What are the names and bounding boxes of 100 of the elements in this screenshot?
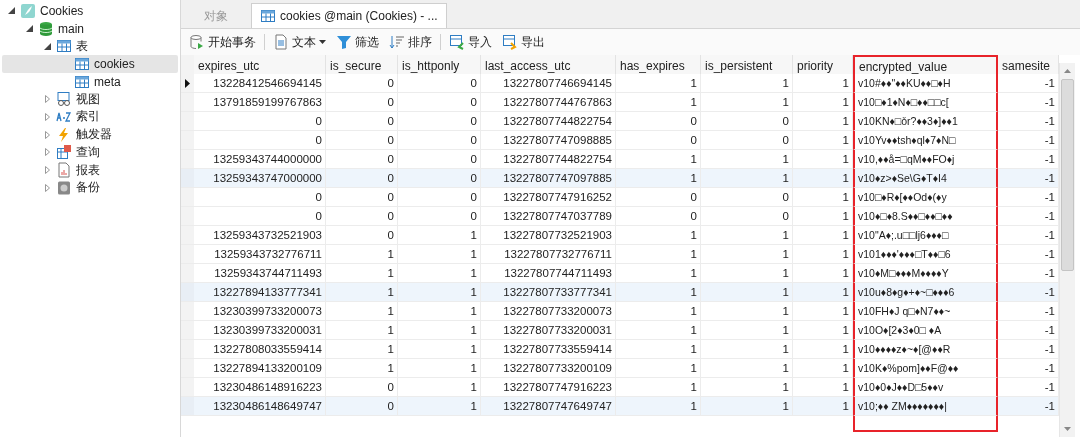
toolbar-button[interactable]: 筛选 [334,33,381,51]
expanded-arrow-icon[interactable] [7,7,15,15]
table-cell: 13227807747916252 [481,188,616,207]
tree-item[interactable]: 视图 [76,90,100,108]
tree-item[interactable]: 备份 [76,179,100,197]
table-cell: 0 [326,150,398,169]
table-cell: v10♦♦♦♦z♦~♦[@♦♦R [853,340,998,359]
tree-item[interactable]: main [58,21,84,36]
table-cell: 1 [701,93,793,112]
scroll-up-icon[interactable] [1064,69,1071,73]
database-play-icon [189,34,205,50]
expanded-arrow-icon[interactable] [25,25,33,33]
collapsed-arrow-icon[interactable] [44,166,50,175]
table-cell: 1 [793,321,853,340]
table-cell: -1 [998,321,1059,340]
table-cell: 1 [398,245,481,264]
table-cell: 1 [616,169,701,188]
table-cell: v10♦0♦J♦♦D□5♦♦v [853,378,998,397]
table-cell: 13259343744000000 [194,150,326,169]
column-header[interactable]: last_access_utc [481,55,616,77]
table-cell: v10♦M□♦♦♦M♦♦♦♦Y [853,264,998,283]
tree-item[interactable]: 表 [76,37,88,55]
collapsed-arrow-icon[interactable] [44,183,50,192]
toolbar-button[interactable]: 导出 [500,33,547,51]
table-cell: 0 [194,131,326,150]
column-header[interactable]: encrypted_value [853,55,998,77]
table-cell: 1 [398,302,481,321]
table-cell: 1 [616,245,701,264]
tree-item[interactable]: 索引 [76,108,100,126]
table-cell: 13791859199767863 [194,93,326,112]
table-cell: 13227807732776711 [481,245,616,264]
tree-item[interactable]: 报表 [76,161,100,179]
column-header[interactable]: is_persistent [701,55,793,77]
table-cell: 1 [616,340,701,359]
table-cell: 13227807747097885 [481,169,616,188]
current-row-icon [185,78,190,88]
toolbar-button[interactable]: 开始事务 [187,33,258,51]
tree-item[interactable]: meta [94,74,121,89]
toolbar-button[interactable]: 导入 [447,33,494,51]
table-cell: -1 [998,302,1059,321]
table-cell: 1 [616,283,701,302]
expanded-arrow-icon[interactable] [43,42,51,50]
table-cell: 1 [793,340,853,359]
table-cell: 1 [616,302,701,321]
table-cell: v10#♦♦"♦♦KU♦♦□♦H [853,74,998,93]
table-cell: 1 [616,397,701,416]
tree-item[interactable]: 触发器 [76,126,112,144]
collapsed-arrow-icon[interactable] [44,130,50,139]
table-cell: -1 [998,283,1059,302]
table-cell: 1 [398,283,481,302]
collapsed-arrow-icon[interactable] [44,112,50,121]
table-cell: 13259343747000000 [194,169,326,188]
table-cell: 0 [398,188,481,207]
collapsed-arrow-icon[interactable] [44,148,50,157]
column-header[interactable]: has_expires [616,55,701,77]
table-cell: 13227807733200031 [481,321,616,340]
tree-item[interactable]: Cookies [40,3,84,18]
tab[interactable]: cookies @main (Cookies) - ... [251,3,447,28]
tree-item[interactable]: 查询 [76,143,100,161]
table-cell: 0 [701,112,793,131]
table-cell: -1 [998,131,1059,150]
table-cell: 13227807747037789 [481,207,616,226]
table-cell: 1 [616,264,701,283]
table-cell: 0 [701,131,793,150]
table-cell: 13227807732521903 [481,226,616,245]
scroll-down-icon[interactable] [1064,427,1071,431]
table-cell: 1 [701,245,793,264]
table-cell: 13227807747098885 [481,131,616,150]
database-icon [38,20,54,37]
table-cell: 1 [398,359,481,378]
table-cell: 1 [793,93,853,112]
column-header[interactable]: is_secure [326,55,398,77]
table-cell: 13227894133200109 [194,359,326,378]
table-cell: v10,♦♦å=□qM♦♦FO♦j [853,150,998,169]
table-cell: 13227807747649747 [481,397,616,416]
collapsed-arrow-icon[interactable] [44,95,50,104]
column-header[interactable]: expires_utc [194,55,326,77]
column-header[interactable]: is_httponly [398,55,481,77]
table-cell: 1 [701,74,793,93]
scrollbar[interactable] [1059,63,1075,437]
table-cell: 0 [326,397,398,416]
table-cell: 13227894133777341 [194,283,326,302]
table-cell: 0 [326,74,398,93]
table-cell: -1 [998,340,1059,359]
table-cell: 13227807744822754 [481,150,616,169]
toolbar-button[interactable]: 文本 [271,33,328,51]
table-cell: 1 [793,169,853,188]
filter-icon [336,34,352,50]
column-header[interactable]: priority [793,55,853,77]
table-cell: 1 [616,378,701,397]
column-header[interactable]: samesite [998,55,1059,77]
table-cell: 1 [701,397,793,416]
table-cell: 1 [701,378,793,397]
tree-item[interactable]: cookies [94,56,135,71]
table-cell: 0 [398,112,481,131]
toolbar-button[interactable]: 排序 [387,33,434,51]
table-cell: 1 [326,321,398,340]
table-cell: 1 [701,359,793,378]
row-selector[interactable] [181,74,194,93]
table-cell: 1 [398,397,481,416]
